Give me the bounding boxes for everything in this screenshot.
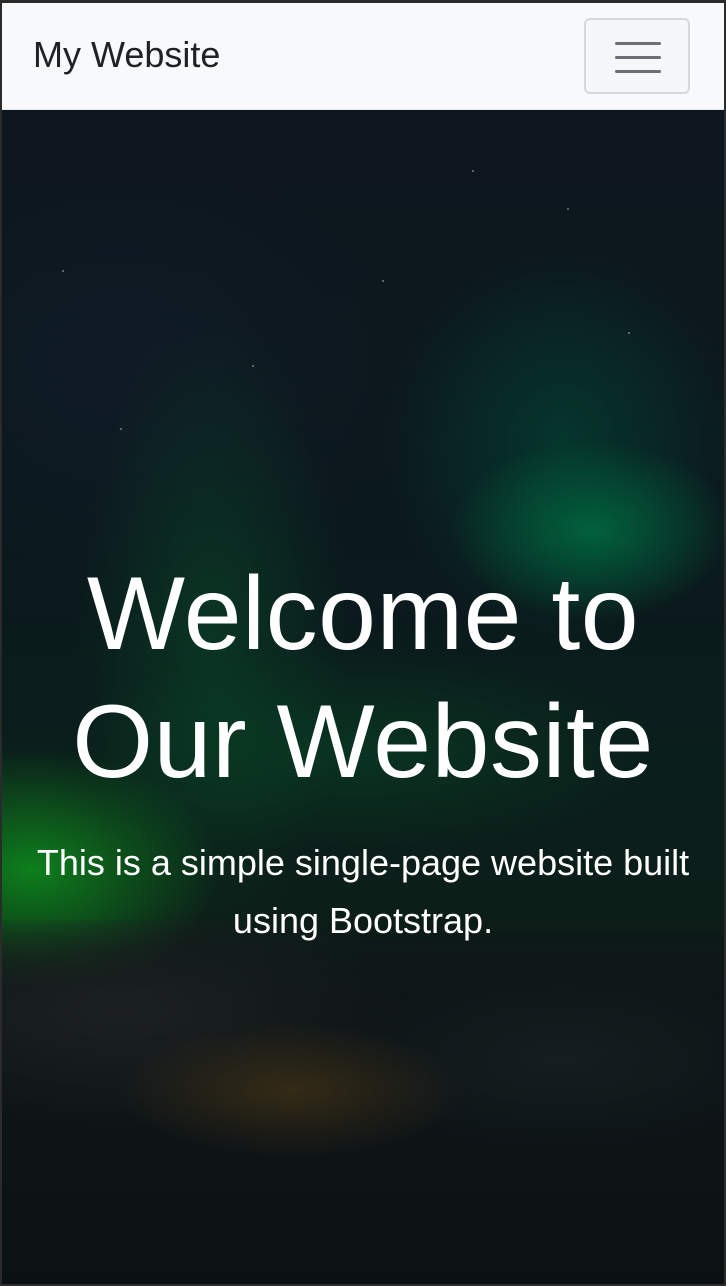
- star-dot: [628, 332, 630, 334]
- hamburger-bar-top: [615, 42, 661, 45]
- hamburger-bar-bottom: [615, 70, 661, 73]
- browser-viewport: My Website Welcome to Our Website This i…: [0, 0, 726, 1286]
- star-dot: [567, 208, 569, 210]
- hamburger-bar-middle: [615, 56, 661, 59]
- star-dot: [382, 280, 384, 282]
- hero-content: Welcome to Our Website This is a simple …: [2, 550, 724, 950]
- navbar-toggler-button[interactable]: [584, 18, 690, 94]
- hero-title: Welcome to Our Website: [72, 556, 654, 800]
- navbar: My Website: [2, 3, 724, 110]
- navbar-brand[interactable]: My Website: [33, 33, 220, 77]
- star-dot: [472, 170, 474, 172]
- hero-lead-text: This is a simple single-page website bui…: [36, 842, 690, 941]
- star-dot: [120, 428, 122, 430]
- hero-section: Welcome to Our Website This is a simple …: [2, 110, 724, 1284]
- star-dot: [62, 270, 64, 272]
- star-dot: [252, 365, 254, 367]
